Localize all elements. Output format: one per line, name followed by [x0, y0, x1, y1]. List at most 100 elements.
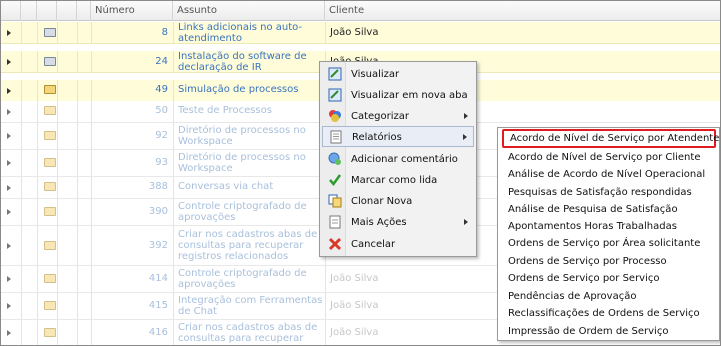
menu-item-label: Visualizar	[351, 69, 400, 80]
report-item-impressao[interactable]: Impressão de Ordem de Serviço	[508, 323, 668, 341]
envelope-icon	[44, 274, 56, 283]
header-extra-col[interactable]	[77, 1, 91, 21]
envelope-icon	[44, 241, 56, 250]
envelope-icon	[44, 85, 56, 94]
row-subject[interactable]: Instalação do software de declaração de …	[178, 51, 324, 73]
report-item-sla-atendente[interactable]: Acordo de Nível de Serviço por Atendente	[502, 129, 719, 148]
row-subject[interactable]: Criar nos cadastros abas de consultas pa…	[178, 322, 324, 344]
open-envelope-icon	[44, 57, 56, 66]
report-item-analise-pesquisa[interactable]: Análise de Pesquisa de Satisfação	[508, 201, 678, 219]
row-number[interactable]: 415	[94, 300, 168, 311]
row-subject[interactable]: Conversas via chat	[178, 181, 324, 192]
row-number[interactable]: 392	[94, 240, 168, 251]
menu-item-adicionar-comentario[interactable]: Adicionar comentário	[322, 149, 474, 170]
header-icon-col[interactable]	[37, 1, 57, 21]
expand-arrow-icon[interactable]	[7, 88, 11, 94]
menu-item-clonar-nova[interactable]: Clonar Nova	[322, 191, 474, 212]
menu-item-label: Visualizar em nova aba	[351, 90, 468, 101]
menu-item-marcar-como-lida[interactable]: Marcar como lida	[322, 170, 474, 191]
report-item-sla-cliente[interactable]: Acordo de Nível de Serviço por Cliente	[508, 149, 700, 167]
menu-item-label: Adicionar comentário	[351, 154, 458, 165]
menu-item-label: Categorizar	[351, 111, 410, 122]
menu-item-label: Clonar Nova	[351, 196, 413, 207]
report-item-pesquisas-respondidas[interactable]: Pesquisas de Satisfação respondidas	[508, 184, 692, 202]
expand-arrow-icon[interactable]	[7, 133, 11, 139]
envelope-icon	[44, 207, 56, 216]
expand-arrow-icon[interactable]	[7, 276, 11, 282]
row-subject[interactable]: Controle criptografado de aprovações	[178, 268, 324, 290]
header-assunto[interactable]: Assunto	[173, 1, 325, 21]
ticket-grid: Número Assunto Cliente 8 Links adicionai…	[0, 0, 721, 346]
envelope-icon	[44, 301, 56, 310]
row-number[interactable]: 92	[94, 130, 168, 141]
context-menu: Visualizar Visualizar em nova aba Catego…	[319, 61, 477, 257]
row-number[interactable]: 8	[94, 27, 168, 38]
row-number[interactable]: 390	[94, 206, 168, 217]
menu-item-label: Relatórios	[352, 132, 402, 143]
table-row[interactable]: 8 Links adicionais no auto-atendimento J…	[1, 22, 720, 44]
submenu-arrow-icon	[464, 113, 468, 119]
report-item-apontamentos[interactable]: Apontamentos Horas Trabalhadas	[508, 218, 677, 236]
expand-arrow-icon[interactable]	[7, 30, 11, 36]
expand-arrow-icon[interactable]	[7, 160, 11, 166]
row-subject[interactable]: Controle criptografado de aprovações	[178, 201, 324, 223]
expand-arrow-icon[interactable]	[7, 209, 11, 215]
report-item-analise-acordo[interactable]: Análise de Acordo de Nível Operacional	[508, 166, 705, 184]
row-number[interactable]: 93	[94, 157, 168, 168]
report-item-reclassificacoes[interactable]: Reclassificações de Ordens de Serviço	[508, 305, 700, 323]
row-client: João Silva	[330, 300, 379, 311]
row-subject[interactable]: Diretório de processos no Workspace	[178, 125, 324, 147]
row-subject[interactable]: Diretório de processos no Workspace	[178, 152, 324, 174]
row-subject[interactable]: Simulação de processos	[178, 84, 324, 95]
submenu-arrow-icon	[464, 219, 468, 225]
new-tab-icon	[328, 88, 342, 102]
expand-arrow-icon[interactable]	[7, 330, 11, 336]
header-select-col[interactable]	[21, 1, 37, 21]
menu-item-relatorios[interactable]: Relatórios	[322, 126, 474, 147]
clone-icon	[328, 194, 342, 208]
row-number[interactable]: 24	[94, 56, 168, 67]
menu-item-visualizar-nova-aba[interactable]: Visualizar em nova aba	[322, 85, 474, 106]
menu-item-mais-acoes[interactable]: Mais Ações	[322, 212, 474, 233]
cancel-icon	[328, 237, 342, 251]
expand-arrow-icon[interactable]	[7, 303, 11, 309]
row-number[interactable]: 49	[94, 84, 168, 95]
header-flag-col[interactable]	[57, 1, 77, 21]
row-subject[interactable]: Links adicionais no auto-atendimento	[178, 22, 324, 44]
report-icon	[330, 130, 342, 144]
envelope-icon	[44, 328, 56, 337]
header-numero[interactable]: Número	[91, 1, 173, 21]
row-number[interactable]: 388	[94, 181, 168, 192]
grid-header: Número Assunto Cliente	[1, 1, 720, 21]
menu-item-visualizar[interactable]: Visualizar	[322, 64, 474, 85]
comment-icon	[328, 152, 341, 165]
row-number[interactable]: 416	[94, 327, 168, 338]
row-number[interactable]: 414	[94, 273, 168, 284]
row-subject[interactable]: Integração com Ferramentas de Chat	[178, 295, 324, 317]
expand-arrow-icon[interactable]	[7, 243, 11, 249]
menu-item-label: Marcar como lida	[351, 175, 438, 186]
menu-item-cancelar[interactable]: Cancelar	[322, 234, 474, 255]
row-client: João Silva	[330, 327, 379, 338]
expand-arrow-icon[interactable]	[7, 59, 11, 65]
header-expand-col[interactable]	[1, 1, 21, 21]
submenu-arrow-icon	[463, 134, 467, 140]
menu-item-label: Mais Ações	[351, 217, 407, 228]
envelope-icon	[44, 158, 56, 167]
report-item-pendencias[interactable]: Pendências de Aprovação	[508, 288, 636, 306]
menu-item-categorizar[interactable]: Categorizar	[322, 106, 474, 127]
report-item-os-servico[interactable]: Ordens de Serviço por Serviço	[508, 270, 660, 288]
report-item-os-processo[interactable]: Ordens de Serviço por Processo	[508, 253, 667, 271]
envelope-icon	[44, 106, 56, 115]
row-subject[interactable]: Criar nos cadastros abas de consultas pa…	[178, 229, 324, 262]
row-number[interactable]: 50	[94, 105, 168, 116]
row-subject[interactable]: Teste de Processos	[178, 105, 324, 116]
reports-submenu: Acordo de Nível de Serviço por Atendente…	[497, 127, 720, 341]
checkmark-icon	[329, 174, 342, 187]
expand-arrow-icon[interactable]	[7, 109, 11, 115]
categorize-icon	[329, 110, 341, 122]
row-client: João Silva	[330, 273, 379, 284]
report-item-os-area[interactable]: Ordens de Serviço por Área solicitante	[508, 235, 700, 253]
expand-arrow-icon[interactable]	[7, 185, 11, 191]
header-cliente[interactable]: Cliente	[325, 1, 720, 21]
